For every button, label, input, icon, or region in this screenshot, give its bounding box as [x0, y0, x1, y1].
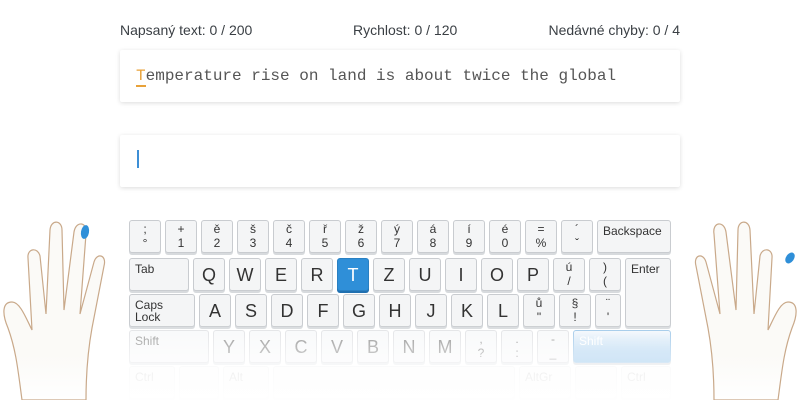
lesson-text: Temperature rise on land is about twice …	[136, 67, 617, 87]
key-comma[interactable]: ,?	[465, 330, 497, 363]
key-z[interactable]: Z	[373, 258, 405, 291]
key-4[interactable]: č4	[273, 220, 305, 253]
key-shift-left[interactable]: Shift	[129, 330, 209, 363]
key-2[interactable]: ě2	[201, 220, 233, 253]
key-altgr[interactable]: AltGr	[519, 366, 571, 399]
key-n[interactable]: N	[393, 330, 425, 363]
key-1[interactable]: +1	[165, 220, 197, 253]
key-j[interactable]: J	[415, 294, 447, 327]
key-tab[interactable]: Tab	[129, 258, 189, 291]
key-5[interactable]: ř5	[309, 220, 341, 253]
key-u-ring[interactable]: ů "	[523, 294, 555, 327]
left-hand-icon	[3, 221, 106, 400]
key-o[interactable]: O	[481, 258, 513, 291]
key-8[interactable]: á8	[417, 220, 449, 253]
lesson-text-panel: Temperature rise on land is about twice …	[120, 50, 680, 102]
key-x[interactable]: X	[249, 330, 281, 363]
right-pinky-highlight	[785, 252, 795, 264]
key-7[interactable]: ý7	[381, 220, 413, 253]
key-d[interactable]: D	[271, 294, 303, 327]
key-u[interactable]: U	[409, 258, 441, 291]
key-u-acute[interactable]: ú /	[553, 258, 585, 291]
key-l[interactable]: L	[487, 294, 519, 327]
key-ctrl-right[interactable]: Ctrl	[621, 366, 671, 399]
key-m[interactable]: M	[429, 330, 461, 363]
key-3[interactable]: š3	[237, 220, 269, 253]
key-shift-right[interactable]: Shift	[573, 330, 671, 363]
key-a[interactable]: A	[199, 294, 231, 327]
key-k[interactable]: K	[451, 294, 483, 327]
key-acute[interactable]: ´ ˇ	[561, 220, 593, 253]
key-semicolon[interactable]: ; °	[129, 220, 161, 253]
key-h[interactable]: H	[379, 294, 411, 327]
speed-indicator: Rychlost: 0 / 120	[353, 22, 458, 38]
key-equals[interactable]: =%	[525, 220, 557, 253]
key-0[interactable]: é0	[489, 220, 521, 253]
key-e[interactable]: E	[265, 258, 297, 291]
key-g[interactable]: G	[343, 294, 375, 327]
key-caps-lock[interactable]: Caps Lock	[129, 294, 195, 327]
key-s[interactable]: S	[235, 294, 267, 327]
key-p[interactable]: P	[517, 258, 549, 291]
key-space[interactable]	[273, 366, 515, 399]
key-alt-left[interactable]: Alt	[223, 366, 269, 399]
key-r[interactable]: R	[301, 258, 333, 291]
typing-input[interactable]	[120, 135, 680, 187]
key-t[interactable]: T	[337, 258, 369, 291]
key-diaeresis[interactable]: ¨ '	[595, 294, 621, 327]
key-w[interactable]: W	[229, 258, 261, 291]
recent-errors: Nedávné chyby: 0 / 4	[548, 22, 680, 38]
key-i[interactable]: I	[445, 258, 477, 291]
key-paren[interactable]: )(	[589, 258, 621, 291]
key-period[interactable]: .:	[501, 330, 533, 363]
key-v[interactable]: V	[321, 330, 353, 363]
key-6[interactable]: ž6	[345, 220, 377, 253]
key-win[interactable]	[179, 366, 219, 399]
key-backspace[interactable]: Backspace	[597, 220, 671, 253]
right-hand-icon	[694, 221, 797, 400]
key-y[interactable]: Y	[213, 330, 245, 363]
text-caret	[137, 150, 139, 168]
typed-count: Napsaný text: 0 / 200	[120, 22, 253, 38]
key-f[interactable]: F	[307, 294, 339, 327]
key-b[interactable]: B	[357, 330, 389, 363]
key-ctrl-left[interactable]: Ctrl	[129, 366, 175, 399]
key-9[interactable]: í9	[453, 220, 485, 253]
key-menu[interactable]	[575, 366, 617, 399]
stats-bar: Napsaný text: 0 / 200 Rychlost: 0 / 120 …	[120, 22, 680, 40]
current-char: T	[136, 67, 146, 87]
key-section[interactable]: §!	[559, 294, 591, 327]
key-c[interactable]: C	[285, 330, 317, 363]
key-q[interactable]: Q	[193, 258, 225, 291]
remaining-text: emperature rise on land is about twice t…	[145, 67, 617, 85]
key-minus[interactable]: - _	[537, 330, 569, 363]
key-enter[interactable]: Enter	[625, 258, 671, 327]
virtual-keyboard: ; ° +1 ě2 š3 č4 ř5 ž6 ý7 á8 í9 é0 =% ´ ˇ B…	[127, 218, 673, 400]
